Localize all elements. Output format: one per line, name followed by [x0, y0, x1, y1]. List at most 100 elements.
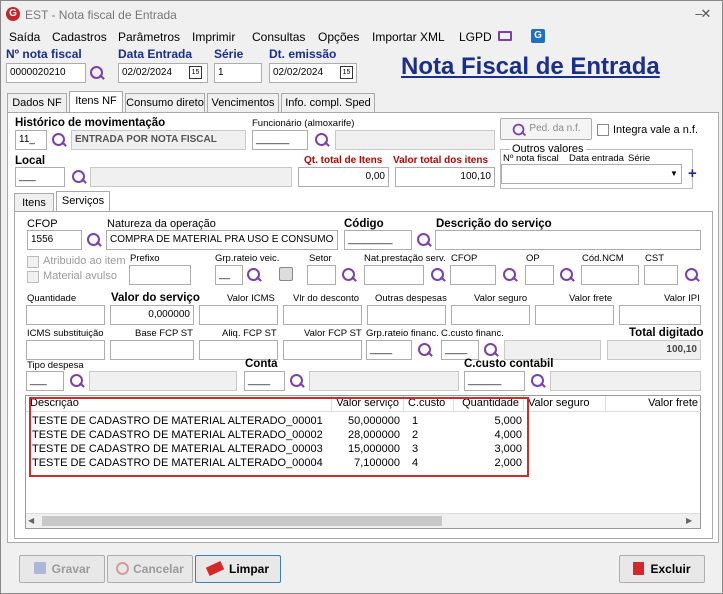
excluir-button[interactable]: Excluir	[619, 555, 705, 583]
tab-dados-nf[interactable]: Dados NF	[7, 93, 67, 113]
valor-icms-input[interactable]	[199, 305, 278, 325]
outros-valores-select[interactable]	[501, 164, 682, 184]
valor-servico-input[interactable]: 0,000000	[110, 305, 194, 325]
table-row[interactable]: TESTE DE CADASTRO DE MATERIAL ALTERADO_0…	[26, 456, 702, 470]
table-row[interactable]: TESTE DE CADASTRO DE MATERIAL ALTERADO_0…	[26, 442, 702, 456]
integra-checkbox[interactable]	[597, 124, 609, 136]
rateio-detail-icon[interactable]	[279, 267, 293, 281]
search-grp-rateio-icon[interactable]	[246, 267, 262, 283]
search-codigo-icon[interactable]	[416, 232, 432, 248]
natureza-field[interactable]: COMPRA DE MATERIAL PRA USO E CONSUMO	[106, 230, 338, 250]
search-op-icon[interactable]	[559, 267, 575, 283]
op-input[interactable]	[525, 265, 554, 285]
quantidade-input[interactable]	[26, 305, 105, 325]
base-fcp-input[interactable]	[110, 340, 194, 360]
grp-financ-input[interactable]: ____	[366, 340, 412, 360]
menu-parametros[interactable]: Parâmetros	[118, 30, 180, 44]
tab-itens[interactable]: Itens	[14, 193, 54, 213]
chevron-down-icon[interactable]: ▼	[667, 165, 681, 183]
aliq-fcp-input[interactable]	[199, 340, 278, 360]
cfop2-input[interactable]	[450, 265, 496, 285]
grp-rateio-input[interactable]: __	[215, 265, 243, 285]
tab-servicos[interactable]: Serviços	[56, 191, 110, 213]
scroll-right-icon[interactable]: ▶	[686, 515, 696, 527]
tab-info-compl-sped[interactable]: Info. compl. Sped	[281, 93, 375, 113]
col-valor-frete[interactable]: Valor frete	[606, 396, 702, 412]
search-local-icon[interactable]	[71, 169, 87, 185]
cod-ncm-input[interactable]	[581, 265, 639, 285]
page-title: Nota Fiscal de Entrada	[401, 53, 660, 80]
ccusto-financ-input[interactable]: ____	[441, 340, 479, 360]
search-cfop2-icon[interactable]	[502, 267, 518, 283]
menu-imprimir[interactable]: Imprimir	[192, 30, 235, 44]
cst-input[interactable]	[644, 265, 678, 285]
gravar-button[interactable]: Gravar	[19, 555, 105, 583]
scroll-left-icon[interactable]: ◀	[28, 515, 38, 527]
calendar-emissao-icon[interactable]: 15	[340, 66, 353, 79]
conta-input[interactable]: ____	[244, 371, 285, 391]
tab-consumo-direto[interactable]: Consumo direto	[125, 93, 205, 113]
funcionario-input[interactable]: ______	[252, 130, 308, 150]
vlr-desconto-input[interactable]	[283, 305, 362, 325]
services-grid[interactable]: Descrição Valor serviço C.custo Quantida…	[25, 395, 702, 529]
tab-itens-nf[interactable]: Itens NF	[69, 91, 123, 113]
descricao-servico-input[interactable]	[435, 230, 701, 250]
search-conta-icon[interactable]	[289, 373, 305, 389]
col-valor-seguro[interactable]: Valor seguro	[524, 396, 606, 412]
vlr-desconto-label: Vlr do desconto	[293, 293, 360, 304]
table-row[interactable]: TESTE DE CADASTRO DE MATERIAL ALTERADO_0…	[26, 428, 702, 442]
tab-vencimentos[interactable]: Vencimentos	[207, 93, 279, 113]
menu-lgpd[interactable]: LGPD	[459, 30, 492, 44]
calendar-entrada-icon[interactable]: 15	[189, 66, 202, 79]
valor-frete-input[interactable]	[535, 305, 614, 325]
ped-nf-button[interactable]: Ped. da n.f.	[500, 118, 592, 140]
close-button[interactable]: ✕	[691, 3, 721, 25]
search-cfop-icon[interactable]	[86, 232, 102, 248]
table-row[interactable]: TESTE DE CADASTRO DE MATERIAL ALTERADO_0…	[26, 414, 702, 428]
codigo-input[interactable]: ________	[344, 230, 412, 250]
tipo-despesa-input[interactable]: ___	[26, 371, 64, 391]
valor-fcp-input[interactable]	[283, 340, 362, 360]
valor-ipi-input[interactable]	[619, 305, 701, 325]
search-nat-prest-icon[interactable]	[430, 267, 446, 283]
avulso-checkbox[interactable]	[27, 271, 39, 283]
ped-nf-label: Ped. da n.f.	[529, 123, 581, 134]
search-nota-icon[interactable]	[89, 65, 105, 81]
horizontal-scrollbar[interactable]: ◀ ▶	[26, 513, 700, 528]
search-setor-icon[interactable]	[341, 267, 357, 283]
atribuido-checkbox[interactable]	[27, 256, 39, 268]
search-grp-financ-icon[interactable]	[417, 342, 433, 358]
add-plus-icon[interactable]: +	[688, 165, 697, 182]
search-cst-icon[interactable]	[684, 267, 700, 283]
quantidade-label: Quantidade	[27, 293, 77, 304]
nat-prest-input[interactable]	[364, 265, 424, 285]
menu-consultas[interactable]: Consultas	[252, 30, 305, 44]
window-title: EST - Nota fiscal de Entrada	[25, 8, 177, 22]
ccusto-contabil-input[interactable]: ______	[464, 371, 525, 391]
outras-desp-input[interactable]	[367, 305, 446, 325]
serie-input[interactable]: 1	[214, 63, 262, 83]
icms-subst-input[interactable]	[26, 340, 105, 360]
monitor-icon[interactable]	[498, 31, 512, 41]
prefixo-input[interactable]	[129, 265, 191, 285]
search-funcionario-icon[interactable]	[314, 132, 330, 148]
conta-label: Conta	[245, 358, 278, 370]
search-ccusto-contabil-icon[interactable]	[530, 373, 546, 389]
menu-saida[interactable]: Saída	[9, 30, 40, 44]
app-g-icon[interactable]: G	[531, 29, 545, 43]
scroll-thumb[interactable]	[42, 516, 442, 526]
menu-cadastros[interactable]: Cadastros	[52, 30, 107, 44]
cfop-input[interactable]: 1556	[27, 230, 82, 250]
local-input[interactable]: ___	[15, 167, 65, 187]
menu-opcoes[interactable]: Opções	[318, 30, 359, 44]
cancelar-button[interactable]: Cancelar	[107, 555, 193, 583]
search-historico-icon[interactable]	[51, 132, 67, 148]
setor-input[interactable]	[307, 265, 336, 285]
historico-code-input[interactable]: 11_	[15, 130, 47, 150]
menu-importar-xml[interactable]: Importar XML	[372, 30, 445, 44]
search-tipo-despesa-icon[interactable]	[69, 373, 85, 389]
search-ccusto-financ-icon[interactable]	[483, 342, 499, 358]
limpar-button[interactable]: Limpar	[195, 555, 281, 583]
nota-fiscal-input[interactable]: 0000020210	[6, 63, 86, 83]
valor-seguro-input[interactable]	[451, 305, 530, 325]
